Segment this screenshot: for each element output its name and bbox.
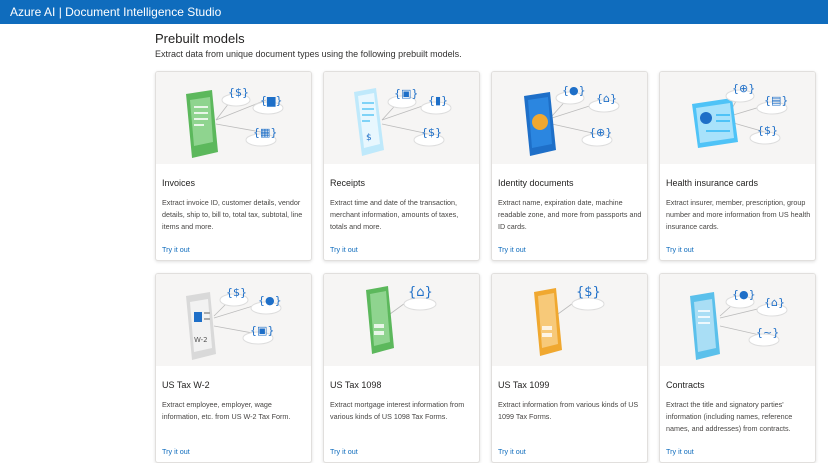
card-description: Extract the title and signatory parties'… [666, 400, 793, 433]
svg-text:{⊕}: {⊕} [732, 82, 755, 95]
card-title: US Tax 1099 [498, 380, 550, 390]
svg-text:{●}: {●} [732, 288, 756, 301]
card-description: Extract time and date of the transaction… [330, 198, 459, 231]
model-card-us-tax-1098[interactable]: {⌂} US Tax 1098 Extract mortgage interes… [323, 273, 480, 463]
card-description: Extract name, expiration date, machine r… [498, 198, 642, 231]
svg-text:W-2: W-2 [194, 336, 208, 344]
svg-text:{$}: {$} [757, 124, 778, 137]
card-title: US Tax W-2 [162, 380, 210, 390]
card-title: Contracts [666, 380, 705, 390]
top-bar: Azure AI | Document Intelligence Studio [0, 0, 828, 24]
card-title: Invoices [162, 178, 196, 188]
model-card-invoices[interactable]: {$} {▆} {▦} Invoices Extract invoice ID,… [155, 71, 312, 261]
card-description: Extract information from various kinds o… [498, 400, 639, 421]
svg-text:{$}: {$} [226, 286, 247, 299]
card-description: Extract invoice ID, customer details, ve… [162, 198, 303, 231]
svg-text:{▮}: {▮} [428, 94, 448, 107]
svg-text:{$}: {$} [576, 285, 601, 300]
svg-text:{●}: {●} [562, 84, 586, 97]
contract-illustration: {●} {⌂} {~} [660, 274, 815, 366]
svg-text:{$}: {$} [228, 86, 249, 99]
model-card-receipts[interactable]: $ {▣} {▮} {$} Receipts Extract time and … [323, 71, 480, 261]
passport-illustration: {●} {⌂} {⊕} [492, 72, 647, 164]
svg-text:{●}: {●} [258, 294, 282, 307]
svg-text:{▣}: {▣} [394, 87, 418, 100]
invoice-illustration: {$} {▆} {▦} [156, 72, 311, 164]
card-title: Identity documents [498, 178, 574, 188]
model-card-contracts[interactable]: {●} {⌂} {~} Contracts Extract the title … [659, 273, 816, 463]
card-description: Extract employee, employer, wage informa… [162, 400, 291, 421]
svg-text:$: $ [366, 133, 372, 143]
try-it-out-link[interactable]: Try it out [498, 447, 526, 456]
svg-text:{⌂}: {⌂} [764, 296, 785, 309]
tax-1098-illustration: {⌂} [324, 274, 479, 366]
card-description: Extract insurer, member, prescription, g… [666, 198, 811, 231]
page-title: Prebuilt models [155, 31, 245, 46]
svg-text:{⊕}: {⊕} [589, 126, 612, 139]
card-title: US Tax 1098 [330, 380, 382, 390]
svg-text:{▆}: {▆} [260, 94, 282, 107]
try-it-out-link[interactable]: Try it out [162, 245, 190, 254]
try-it-out-link[interactable]: Try it out [666, 245, 694, 254]
health-card-illustration: {⊕} {▤} {$} [660, 72, 815, 164]
svg-text:{~}: {~} [756, 326, 779, 339]
try-it-out-link[interactable]: Try it out [330, 245, 358, 254]
svg-text:{⌂}: {⌂} [408, 285, 433, 300]
try-it-out-link[interactable]: Try it out [330, 447, 358, 456]
receipt-illustration: $ {▣} {▮} {$} [324, 72, 479, 164]
svg-text:{⌂}: {⌂} [596, 92, 617, 105]
card-title: Receipts [330, 178, 366, 188]
svg-text:{▦}: {▦} [253, 126, 277, 139]
svg-text:{$}: {$} [421, 126, 442, 139]
model-card-us-tax-1099[interactable]: {$} US Tax 1099 Extract information from… [491, 273, 648, 463]
try-it-out-link[interactable]: Try it out [162, 447, 190, 456]
svg-text:{▤}: {▤} [764, 94, 788, 107]
svg-text:{▣}: {▣} [250, 324, 274, 337]
model-card-us-tax-w2[interactable]: W-2 {$} {●} {▣} US Tax W-2 Extract emplo… [155, 273, 312, 463]
page-subtitle: Extract data from unique document types … [155, 49, 462, 59]
try-it-out-link[interactable]: Try it out [498, 245, 526, 254]
w2-illustration: W-2 {$} {●} {▣} [156, 274, 311, 366]
tax-1099-illustration: {$} [492, 274, 647, 366]
app-title[interactable]: Azure AI | Document Intelligence Studio [10, 5, 221, 19]
card-title: Health insurance cards [666, 178, 759, 188]
try-it-out-link[interactable]: Try it out [666, 447, 694, 456]
card-description: Extract mortgage interest information fr… [330, 400, 465, 421]
model-card-identity-documents[interactable]: {●} {⌂} {⊕} Identity documents Extract n… [491, 71, 648, 261]
model-card-health-insurance-cards[interactable]: {⊕} {▤} {$} Health insurance cards Extra… [659, 71, 816, 261]
